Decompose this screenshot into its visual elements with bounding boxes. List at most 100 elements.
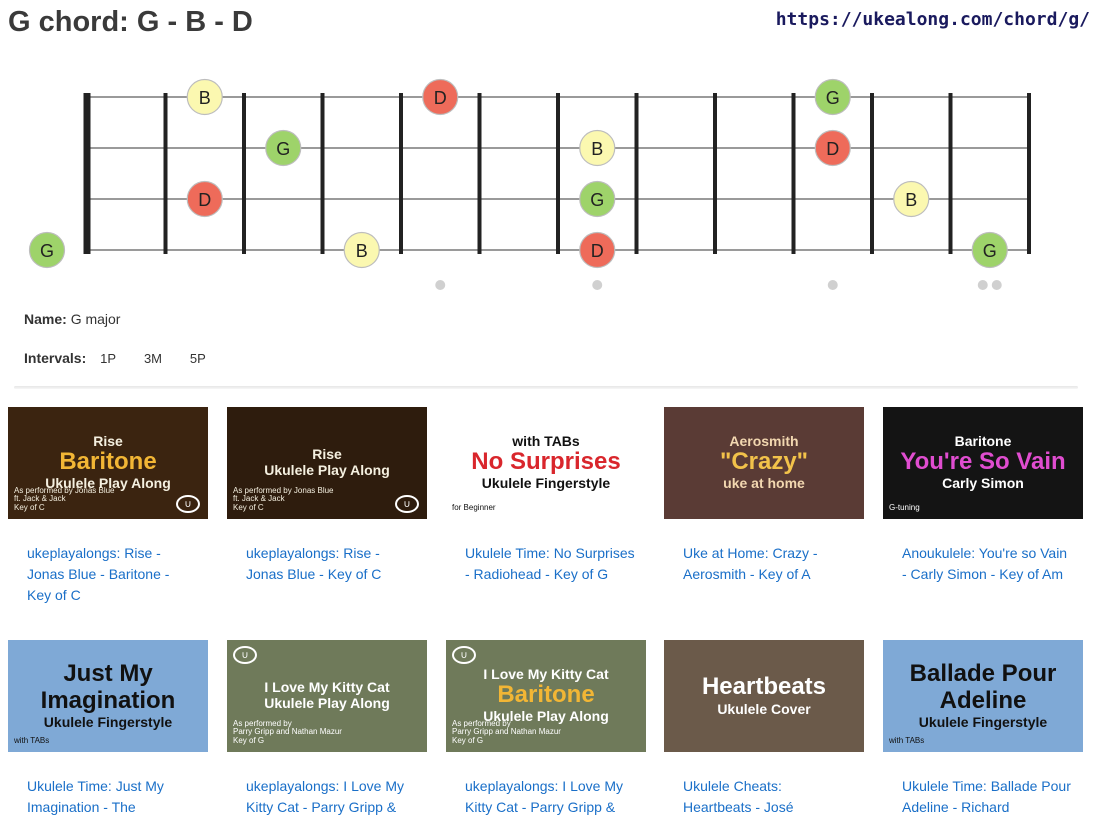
video-caption-link[interactable]: Ukulele Cheats: Heartbeats - José [683, 776, 853, 818]
chord-intervals-row: Intervals: 1P 3M 5P [24, 350, 230, 366]
video-card: Aerosmith "Crazy" uke at home Uke at Home: … [664, 407, 864, 585]
thumbnail-text: As performed by Jonas Blue ft. Jack & Ja… [233, 485, 334, 513]
thumbnail-text: Ukulele Play Along [264, 462, 390, 479]
chord-intervals-label: Intervals: [24, 350, 87, 366]
thumbnail-text: Heartbeats [701, 673, 827, 701]
note-label: D [591, 241, 604, 261]
thumbnail-text: Rise [312, 445, 342, 462]
note-marker: D [579, 231, 616, 269]
note-label: D [198, 190, 211, 210]
thumbnail-text: uke at home [723, 475, 805, 492]
thumbnail-text: Aerosmith [729, 432, 799, 449]
thumbnail-text: "Crazy" [719, 448, 809, 476]
thumbnail-text: for Beginner [452, 503, 496, 513]
video-caption-link[interactable]: ukeplayalongs: I Love My Kitty Cat - Par… [246, 776, 416, 818]
thumbnail-text: Ukulele Fingerstyle [918, 713, 1048, 730]
video-card: Ballade Pour Adeline Ukulele Fingerstyle w… [883, 640, 1083, 818]
video-caption-link[interactable]: Ukulele Time: No Surprises - Radiohead -… [465, 543, 635, 585]
note-marker: G [814, 78, 851, 116]
thumbnail-text: Just My Imagination [40, 660, 176, 714]
page-url-link[interactable]: https://ukealong.com/chord/g/ [776, 9, 1090, 30]
note-marker: B [579, 129, 616, 167]
video-thumbnail[interactable]: Rise Baritone Ukulele Play Along As perform… [8, 407, 208, 519]
note-label: G [590, 190, 604, 210]
video-caption-link[interactable]: ukeplayalongs: Rise - Jonas Blue - Barit… [27, 543, 197, 606]
note-marker: B [343, 231, 380, 269]
video-card: Rise Baritone Ukulele Play Along As perform… [8, 407, 208, 606]
section-divider [14, 386, 1078, 389]
video-card: I Love My Kitty Cat Baritone Ukulele Play … [446, 640, 646, 818]
video-thumbnail[interactable]: Just My Imagination Ukulele Fingerstyle wi… [8, 640, 208, 752]
video-caption-link[interactable]: Uke at Home: Crazy - Aerosmith - Key of … [683, 543, 853, 585]
note-marker: G [265, 129, 302, 167]
video-caption-link[interactable]: Anoukulele: You're so Vain - Carly Simon… [902, 543, 1072, 585]
thumbnail-text: As performed by Parry Gripp and Nathan M… [233, 718, 342, 746]
note-label: D [434, 88, 447, 108]
interval-item: 5P [189, 351, 206, 366]
video-card: Rise Ukulele Play Along As performed by Jo… [227, 407, 427, 585]
video-thumbnail[interactable]: I Love My Kitty Cat Ukulele Play Along As … [227, 640, 427, 752]
interval-item: 1P [100, 351, 117, 366]
fret-marker-dot [592, 280, 603, 290]
thumbnail-text: Baritone [954, 432, 1012, 449]
note-marker: G [579, 180, 616, 218]
note-label: B [591, 139, 603, 159]
video-thumbnail[interactable]: with TABs No Surprises Ukulele Fingerstyle… [446, 407, 646, 519]
channel-logo-icon: ∪ [452, 646, 476, 664]
thumbnail-text: with TABs [512, 432, 580, 449]
note-label: G [276, 139, 290, 159]
note-marker: G [28, 231, 66, 269]
video-card: Baritone You're So Vain Carly Simon G-tunin… [883, 407, 1083, 585]
thumbnail-text: As performed by Jonas Blue ft. Jack & Ja… [14, 485, 115, 513]
thumbnail-text: Ukulele Fingerstyle [481, 475, 611, 492]
video-caption-link[interactable]: Ukulele Time: Ballade Pour Adeline - Ric… [902, 776, 1072, 818]
thumbnail-text: Baritone [497, 681, 595, 709]
note-marker: D [814, 129, 851, 167]
note-label: G [983, 241, 997, 261]
note-marker: B [186, 78, 223, 116]
chord-name-label: Name: [24, 311, 67, 327]
video-caption-link[interactable]: ukeplayalongs: I Love My Kitty Cat - Par… [465, 776, 635, 818]
channel-logo-icon: ∪ [233, 646, 257, 664]
note-label: B [356, 241, 368, 261]
note-label: B [905, 190, 917, 210]
fretboard-diagram: B D G G B D D G B G B D G [28, 78, 1031, 290]
thumbnail-text: with TABs [889, 736, 925, 746]
thumbnail-text: with TABs [14, 736, 50, 746]
thumbnail-text: No Surprises [471, 448, 621, 476]
video-thumbnail[interactable]: Aerosmith "Crazy" uke at home [664, 407, 864, 519]
thumbnail-text: Ukulele Play Along [264, 695, 390, 712]
video-card: with TABs No Surprises Ukulele Fingerstyle… [446, 407, 646, 585]
fret-marker-dot [435, 280, 446, 290]
video-thumbnail[interactable]: Baritone You're So Vain Carly Simon G-tunin… [883, 407, 1083, 519]
thumbnail-text: Baritone [59, 448, 157, 476]
thumbnail-text: Rise [93, 432, 123, 449]
note-marker: G [971, 231, 1008, 269]
thumbnail-text: Ukulele Fingerstyle [43, 713, 173, 730]
video-card: Heartbeats Ukulele Cover Ukulele Cheats: H… [664, 640, 864, 818]
chord-name-row: Name: G major [24, 311, 120, 327]
note-label: D [826, 139, 839, 159]
fret-marker-dot [991, 280, 1002, 290]
video-thumbnail[interactable]: I Love My Kitty Cat Baritone Ukulele Play … [446, 640, 646, 752]
video-thumbnail[interactable]: Ballade Pour Adeline Ukulele Fingerstyle w… [883, 640, 1083, 752]
video-thumbnail[interactable]: Heartbeats Ukulele Cover [664, 640, 864, 752]
note-marker: B [893, 180, 930, 218]
thumbnail-text: You're So Vain [900, 448, 1066, 476]
note-marker: D [186, 180, 223, 218]
thumbnail-text: As performed by Parry Gripp and Nathan M… [452, 718, 561, 746]
note-label: B [199, 88, 211, 108]
thumbnail-text: Ballade Pour Adeline [909, 660, 1057, 714]
video-caption-link[interactable]: ukeplayalongs: Rise - Jonas Blue - Key o… [246, 543, 416, 585]
note-label: G [40, 241, 54, 261]
note-label: G [826, 88, 840, 108]
fret-marker-dot [977, 280, 988, 290]
video-thumbnail[interactable]: Rise Ukulele Play Along As performed by Jo… [227, 407, 427, 519]
thumbnail-text: Carly Simon [942, 475, 1024, 492]
thumbnail-text: Ukulele Cover [717, 700, 811, 717]
channel-logo-icon: ∪ [395, 495, 419, 513]
channel-logo-icon: ∪ [176, 495, 200, 513]
video-caption-link[interactable]: Ukulele Time: Just My Imagination - The [27, 776, 197, 818]
video-card: I Love My Kitty Cat Ukulele Play Along As … [227, 640, 427, 818]
interval-item: 3M [143, 351, 162, 366]
